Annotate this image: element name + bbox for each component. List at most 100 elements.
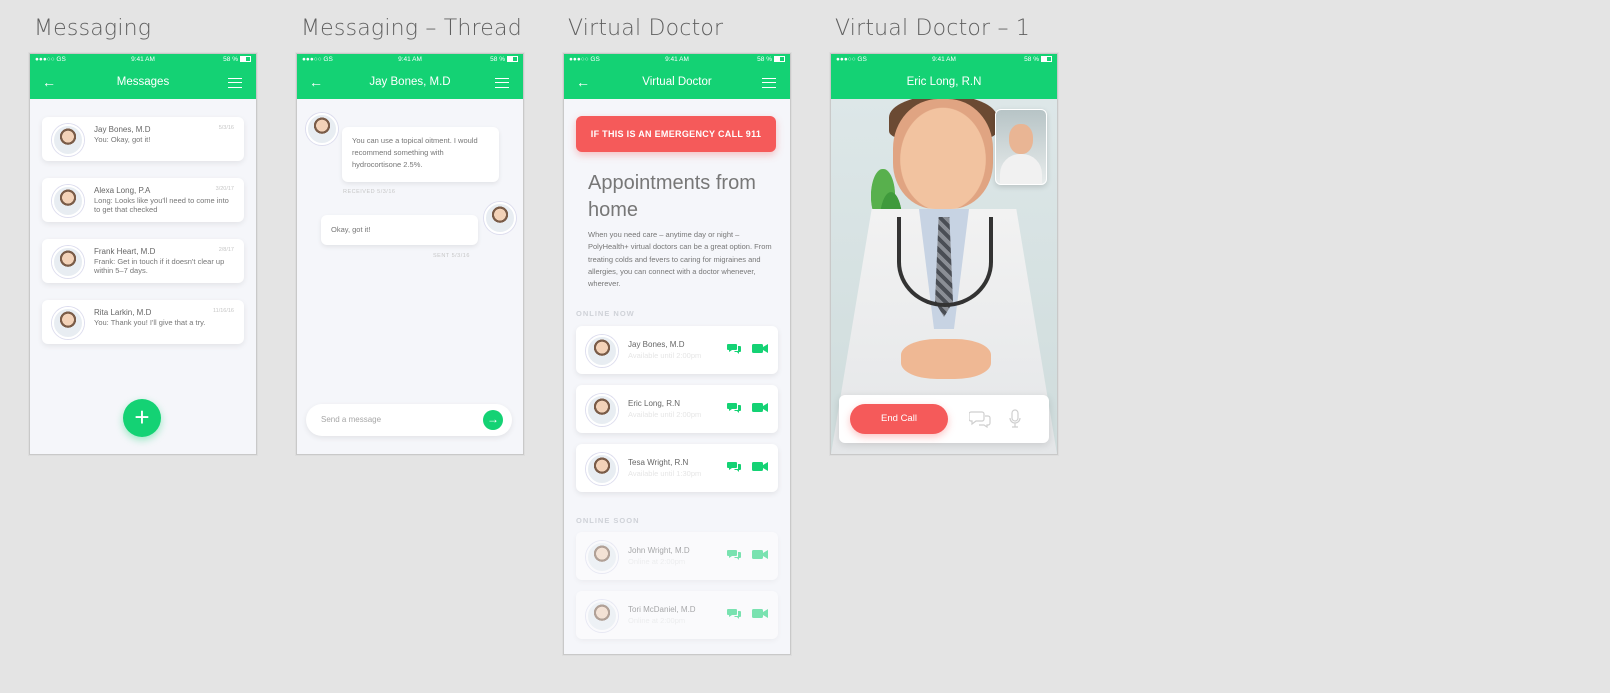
online-soon-label: ONLINE SOON: [576, 516, 640, 525]
navbar: ← Jay Bones, M.D: [297, 66, 523, 99]
stethoscope-illustration: [897, 217, 993, 307]
message-input[interactable]: Send a message: [321, 415, 381, 424]
send-button[interactable]: →: [483, 410, 503, 430]
status-time: 9:41 AM: [665, 56, 689, 63]
chat-icon[interactable]: [727, 402, 741, 413]
doctor-card[interactable]: John Wright, M.D Online at 2:00pm: [576, 532, 778, 580]
conversation-name: Jay Bones, M.D: [94, 125, 151, 134]
battery-indicator: 58 %: [490, 56, 518, 63]
microphone-icon[interactable]: [1009, 409, 1021, 429]
navbar: Eric Long, R.N: [831, 66, 1057, 99]
video-icon[interactable]: [752, 343, 768, 354]
doctor-name: John Wright, M.D: [628, 546, 690, 555]
doctor-availability: Online at 2:00pm: [628, 557, 686, 566]
conversation-item[interactable]: Alexa Long, P.A 3/20/17 Long: Looks like…: [42, 178, 244, 222]
doctor-card[interactable]: Eric Long, R.N Available until 2:00pm: [576, 385, 778, 433]
battery-indicator: 58 %: [1024, 56, 1052, 63]
conversation-date: 5/3/16: [218, 125, 234, 131]
appointments-headline: Appointments from home: [588, 172, 756, 221]
battery-icon: [1041, 56, 1052, 63]
user-avatar: [484, 202, 516, 234]
avatar: [52, 124, 84, 156]
conversation-date: 11/16/16: [212, 308, 234, 314]
doctor-card[interactable]: Jay Bones, M.D Available until 2:00pm: [576, 326, 778, 374]
conversation-date: 3/20/17: [215, 186, 234, 192]
plus-icon: +: [134, 402, 150, 432]
phone-video-call: ●●●○○ GS 9:41 AM 58 % Eric Long, R.N End…: [830, 53, 1058, 455]
received-meta: RECEIVED 5/3/16: [343, 189, 396, 195]
conversation-item[interactable]: Rita Larkin, M.D 11/16/16 You: Thank you…: [42, 300, 244, 344]
doctor-card[interactable]: Tori McDaniel, M.D Online at 2:00pm: [576, 591, 778, 639]
self-view-video[interactable]: [995, 109, 1047, 185]
doctor-name: Tesa Wright, R.N: [628, 458, 689, 467]
artboard-title-messaging: Messaging: [34, 16, 152, 41]
navbar: ← Messages: [30, 66, 256, 99]
sent-message-bubble: Okay, got it!: [321, 215, 478, 245]
conversation-preview: Frank: Get in touch if it doesn't clear …: [94, 257, 225, 275]
end-call-button[interactable]: End Call: [850, 404, 948, 434]
conversation-name: Frank Heart, M.D: [94, 247, 156, 256]
avatar: [52, 246, 84, 278]
conversation-preview: Long: Looks like you'll need to come int…: [94, 196, 229, 214]
avatar: [586, 335, 618, 367]
status-time: 9:41 AM: [398, 56, 422, 63]
doctor-availability: Available until 1:30pm: [628, 469, 702, 478]
doctor-availability: Online at 2:00pm: [628, 616, 686, 625]
doctor-availability: Available until 2:00pm: [628, 410, 702, 419]
doctor-face: [893, 99, 993, 209]
battery-icon: [774, 56, 785, 63]
status-bar: ●●●○○ GS 9:41 AM 58 %: [297, 54, 523, 66]
phone-thread: ●●●○○ GS 9:41 AM 58 % ← Jay Bones, M.D Y…: [296, 53, 524, 455]
conversation-preview: You: Okay, got it!: [94, 135, 151, 144]
artboard-title-virtual-doctor: Virtual Doctor: [568, 16, 724, 41]
appointments-description: When you need care – anytime day or nigh…: [588, 230, 772, 289]
hamburger-menu-icon[interactable]: [762, 78, 776, 88]
arrow-right-icon: →: [487, 412, 499, 426]
video-icon[interactable]: [752, 402, 768, 413]
sender-avatar: [306, 113, 338, 145]
artboard-title-thread: Messaging – Thread: [301, 16, 522, 41]
page-title: Eric Long, R.N: [906, 76, 982, 88]
avatar: [586, 453, 618, 485]
doctor-name: Jay Bones, M.D: [628, 340, 685, 349]
chat-bubbles-icon[interactable]: [969, 410, 991, 428]
doctor-card[interactable]: Tesa Wright, R.N Available until 1:30pm: [576, 444, 778, 492]
status-bar: ●●●○○ GS 9:41 AM 58 %: [30, 54, 256, 66]
status-bar: ●●●○○ GS 9:41 AM 58 %: [831, 54, 1057, 66]
hamburger-menu-icon[interactable]: [228, 78, 242, 88]
video-icon[interactable]: [752, 461, 768, 472]
phone-messages: ●●●○○ GS 9:41 AM 58 % ← Messages Jay Bon…: [29, 53, 257, 455]
self-view-face: [1009, 124, 1033, 154]
emergency-call-button[interactable]: IF THIS IS AN EMERGENCY CALL 911: [576, 116, 776, 152]
conversation-name: Alexa Long, P.A: [94, 186, 151, 195]
chat-icon[interactable]: [727, 608, 741, 619]
conversation-item[interactable]: Jay Bones, M.D 5/3/16 You: Okay, got it!: [42, 117, 244, 161]
chat-icon[interactable]: [727, 343, 741, 354]
phone-virtual-doctor: ●●●○○ GS 9:41 AM 58 % ← Virtual Doctor I…: [563, 53, 791, 655]
received-message-bubble: You can use a topical oitment. I would r…: [342, 127, 499, 182]
battery-icon: [507, 56, 518, 63]
navbar: ← Virtual Doctor: [564, 66, 790, 99]
battery-indicator: 58 %: [223, 56, 251, 63]
status-time: 9:41 AM: [131, 56, 155, 63]
chat-icon[interactable]: [727, 549, 741, 560]
page-title: Messages: [116, 76, 170, 88]
doctor-name: Tori McDaniel, M.D: [628, 605, 696, 614]
video-icon[interactable]: [752, 549, 768, 560]
avatar: [52, 307, 84, 339]
new-message-button[interactable]: +: [123, 399, 161, 437]
hamburger-menu-icon[interactable]: [495, 78, 509, 88]
conversation-item[interactable]: Frank Heart, M.D 2/8/17 Frank: Get in to…: [42, 239, 244, 283]
avatar: [52, 185, 84, 217]
video-icon[interactable]: [752, 608, 768, 619]
call-controls: End Call: [839, 395, 1049, 443]
status-bar: ●●●○○ GS 9:41 AM 58 %: [564, 54, 790, 66]
avatar: [586, 600, 618, 632]
doctor-name: Eric Long, R.N: [628, 399, 681, 408]
conversation-preview: You: Thank you! I'll give that a try.: [94, 318, 206, 327]
sent-meta: SENT 5/3/16: [433, 253, 470, 259]
chat-icon[interactable]: [727, 461, 741, 472]
online-now-label: ONLINE NOW: [576, 309, 635, 318]
avatar: [586, 394, 618, 426]
message-composer[interactable]: Send a message →: [306, 404, 512, 436]
